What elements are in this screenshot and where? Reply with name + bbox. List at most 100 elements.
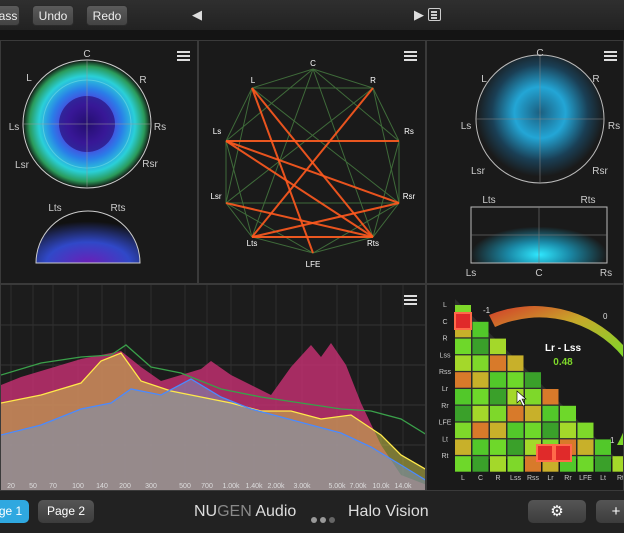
gear-icon: ⚙ [550, 503, 564, 520]
bottom-bar: ge 1 Page 2 NUGEN Audio Halo Vision ⚙ + [0, 491, 624, 533]
correlation-matrix-display: Lr - Lss 0.48 -1 0 1 L C R Lss Rss Lr Rr LFE Lt R… [439, 299, 624, 482]
frequency-label: 1.40k [245, 483, 263, 490]
speaker-label: Rs [600, 268, 612, 279]
matrix-row-label: Lss [440, 352, 451, 359]
plus-icon: + [611, 503, 621, 520]
matrix-cell [472, 439, 489, 455]
speaker-label: Rs [608, 121, 620, 132]
matrix-cell [455, 405, 471, 422]
matrix-cell [612, 456, 623, 472]
matrix-cell [490, 439, 506, 455]
speaker-label: Lsr [15, 160, 30, 171]
separator-dots [311, 510, 338, 528]
matrix-cell [490, 389, 506, 405]
matrix-cell [595, 439, 611, 455]
matrix-row-label: Rr [441, 403, 449, 410]
frequency-label: 10.0k [372, 483, 390, 490]
channel-label: Rts [367, 239, 379, 248]
speaker-label: Lsr [471, 166, 486, 177]
page-1-tab[interactable]: ge 1 [0, 500, 29, 523]
frequency-label: 3.00k [293, 483, 311, 490]
matrix-cell [472, 405, 489, 422]
frequency-label: 700 [201, 483, 213, 490]
frequency-label: 70 [49, 483, 57, 490]
add-button[interactable]: + [596, 500, 624, 523]
matrix-cell [577, 422, 594, 439]
speaker-label: L [481, 74, 487, 85]
matrix-cell [542, 422, 559, 439]
matrix-cell [455, 389, 471, 405]
matrix-col-label: Lt [600, 475, 606, 482]
matrix-cell [490, 422, 506, 439]
matrix-cell [507, 372, 524, 388]
matrix-cell [577, 439, 594, 455]
matrix-col-label: C [478, 475, 483, 482]
matrix-cell [455, 372, 471, 388]
speaker-label: Ls [461, 121, 472, 132]
matrix-cell [507, 405, 524, 422]
matrix-row-label: Rss [439, 369, 452, 376]
channel-label: Lsr [210, 192, 221, 201]
matrix-row-label: Lr [442, 386, 449, 393]
matrix-cell [472, 372, 489, 388]
frequency-label: 200 [119, 483, 131, 490]
matrix-cell [560, 405, 576, 422]
undo-button[interactable]: Undo [32, 5, 74, 26]
bypass-button[interactable]: ass [0, 5, 20, 26]
matrix-cell [455, 422, 471, 439]
matrix-cell [525, 405, 541, 422]
page-2-tab[interactable]: Page 2 [38, 500, 94, 523]
speaker-label: L [26, 73, 32, 84]
matrix-cell [472, 355, 489, 371]
matrix-cell [577, 456, 594, 472]
frequency-label: 1.00k [222, 483, 240, 490]
speaker-label: C [536, 48, 543, 59]
speaker-label: Rts [581, 195, 596, 206]
speaker-label: C [83, 49, 90, 60]
speaker-label: Ls [9, 122, 20, 133]
matrix-cell [455, 338, 471, 355]
preset-list-icon[interactable] [428, 8, 441, 21]
matrix-cell [507, 439, 524, 455]
matrix-cell [560, 422, 576, 439]
next-preset-icon[interactable]: ▶ [414, 7, 424, 23]
matrix-cell [507, 355, 524, 371]
matrix-cell [490, 456, 506, 472]
frequency-label: 5.00k [328, 483, 346, 490]
frequency-label: 7.00k [349, 483, 367, 490]
previous-preset-icon[interactable]: ◀ [192, 7, 202, 23]
settings-button[interactable]: ⚙ [528, 500, 586, 523]
spectrum-panel: 20 50 70 100 140 200 300 500 700 1.00k 1.40k 2.00k 3… [0, 284, 426, 491]
matrix-row-label: L [443, 302, 447, 309]
matrix-cell [455, 355, 471, 371]
matrix-cell [595, 456, 611, 472]
speaker-label: Rsr [592, 166, 608, 177]
speaker-label: Rts [111, 203, 126, 214]
frequency-label: 50 [29, 483, 37, 490]
matrix-col-label: Rt [617, 475, 624, 482]
channel-label: Rs [404, 127, 414, 136]
readout-name: Lr - Lss [545, 343, 582, 354]
matrix-cell [490, 355, 506, 371]
brand-logo: NUGEN Audio [194, 503, 297, 520]
matrix-row-label: R [442, 336, 447, 343]
matrix-row-label: LFE [439, 420, 452, 427]
speaker-label: Rsr [142, 159, 158, 170]
matrix-cell [507, 456, 524, 472]
frequency-label: 20 [7, 483, 15, 490]
frequency-label: 14.0k [394, 483, 412, 490]
top-toolbar: ass Undo Redo ◀ ▶ [0, 0, 624, 30]
channel-label: Ls [213, 127, 221, 136]
scale-min-label: -1 [483, 306, 491, 315]
matrix-cell [525, 389, 541, 405]
correlation-web-panel: C L R Ls Rs Lsr Rsr Lts Rts LFE [198, 40, 426, 284]
channel-label: LFE [306, 260, 321, 269]
matrix-col-label: Rss [527, 475, 540, 482]
channel-label: R [370, 76, 376, 85]
redo-button[interactable]: Redo [86, 5, 128, 26]
speaker-label: R [592, 74, 599, 85]
scale-max-label: 1 [610, 436, 615, 445]
matrix-cell [507, 422, 524, 439]
frequency-label: 140 [96, 483, 108, 490]
matrix-cell [490, 405, 506, 422]
